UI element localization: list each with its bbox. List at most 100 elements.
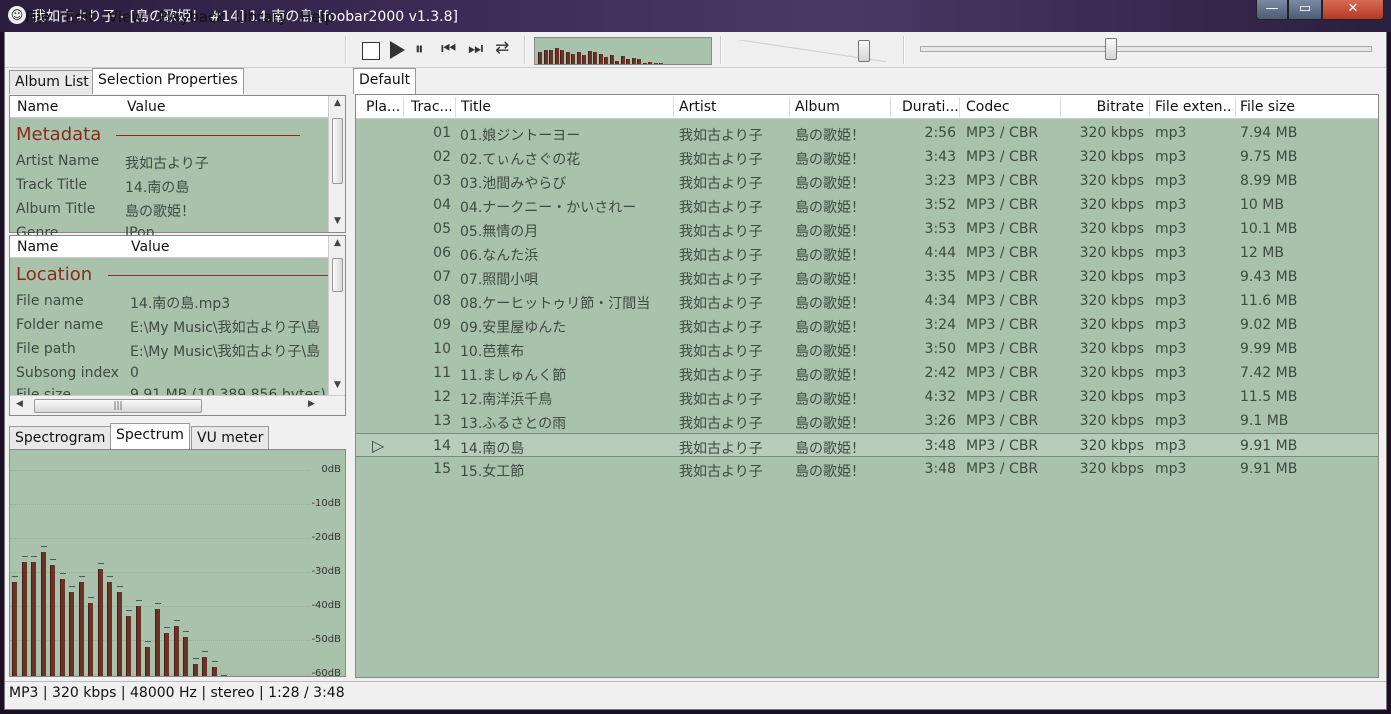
vertical-scrollbar[interactable]: ▲ ▼ xyxy=(328,96,345,232)
tab-spectrum[interactable]: Spectrum xyxy=(110,423,190,449)
spectrum-bar xyxy=(126,616,131,676)
tab-album-list[interactable]: Album List xyxy=(9,70,95,94)
track-number: 14 xyxy=(433,438,451,454)
pause-icon[interactable]: ⏸ xyxy=(415,39,424,59)
tab-selection-properties[interactable]: Selection Properties xyxy=(92,68,244,94)
horizontal-scrollbar[interactable]: ◀ ||| ▶ xyxy=(10,395,345,415)
column-track[interactable]: Trac... xyxy=(411,99,451,115)
track-file-size: 10 MB xyxy=(1240,197,1284,213)
playlist-view[interactable]: Pla... Trac... Title Artist Album Durati… xyxy=(355,94,1379,678)
track-duration: 2:56 xyxy=(924,125,956,141)
playlist-row[interactable]: 02 02.てぃんさぐの花 我如古より子 島の歌姫！ 3:43 MP3 / CBR 320 … xyxy=(356,145,1378,169)
tab-playlist-default[interactable]: Default xyxy=(353,68,417,94)
menu-playback[interactable]: Playback xyxy=(158,8,225,26)
next-icon[interactable]: ⏭ xyxy=(468,39,483,59)
spectrum-visualizer[interactable]: 0dB -10dB -20dB -30dB -40dB -50dB -60dB xyxy=(9,449,346,677)
maximize-button[interactable]: ▭ xyxy=(1288,0,1322,20)
track-duration: 3:48 xyxy=(924,461,956,477)
column-value[interactable]: Value xyxy=(131,239,169,255)
tab-spectrogram[interactable]: Spectrogram xyxy=(9,426,112,450)
column-divider[interactable] xyxy=(789,97,790,117)
scroll-up-arrow[interactable]: ▲ xyxy=(329,238,346,248)
mini-spectrum-bar xyxy=(543,49,548,64)
playlist-row[interactable]: 01 01.娘ジントーヨー 我如古より子 島の歌姫！ 2:56 MP3 / CBR 320 … xyxy=(356,121,1378,145)
playlist-row[interactable]: 10 10.芭蕉布 我如古より子 島の歌姫！ 3:50 MP3 / CBR 320 kbps… xyxy=(356,337,1378,361)
playlist-row[interactable]: 15 15.女工節 我如古より子 島の歌姫！ 3:48 MP3 / CBR 320 kbps… xyxy=(356,457,1378,481)
toolbar-separator xyxy=(903,36,905,64)
playlist-row[interactable]: 07 07.照間小唄 我如古より子 島の歌姫！ 3:35 MP3 / CBR 320 kbp… xyxy=(356,265,1378,289)
column-divider[interactable] xyxy=(1149,97,1150,117)
column-divider[interactable] xyxy=(455,97,456,117)
column-divider[interactable] xyxy=(673,97,674,117)
playlist-row[interactable]: ▷ 14 14.南の島 我如古より子 島の歌姫！ 3:48 MP3 / CBR 320 kbp… xyxy=(356,433,1378,457)
vertical-scrollbar[interactable]: ▲ ▼ xyxy=(328,236,345,396)
mini-spectrum-visualizer[interactable] xyxy=(534,37,712,65)
column-name[interactable]: Name xyxy=(17,239,58,255)
track-number: 01 xyxy=(433,125,451,141)
play-icon[interactable] xyxy=(390,41,405,59)
foobar-app-icon[interactable]: ☺ xyxy=(8,6,26,24)
column-divider[interactable] xyxy=(959,97,960,117)
playlist-row[interactable]: 05 05.無情の月 我如古より子 島の歌姫！ 3:53 MP3 / CBR 320 kbp… xyxy=(356,217,1378,241)
menu-help[interactable]: Help xyxy=(300,8,334,26)
playlist-row[interactable]: 08 08.ケーヒットゥリ節・汀間当 我如古より子 島の歌姫！ 4:34 MP3 / CB… xyxy=(356,289,1378,313)
seek-thumb[interactable] xyxy=(1104,38,1117,60)
prop-value: 0 xyxy=(130,365,139,381)
column-playing[interactable]: Pla... xyxy=(366,99,400,115)
spectrum-peak xyxy=(12,576,18,578)
menu-view[interactable]: View xyxy=(108,8,144,26)
minimize-button[interactable]: — xyxy=(1256,0,1288,20)
column-divider[interactable] xyxy=(1235,97,1236,117)
horizontal-scroll-thumb[interactable]: ||| xyxy=(34,399,202,413)
column-file-extension[interactable]: File exten... xyxy=(1155,99,1233,115)
track-artist: 我如古より子 xyxy=(679,464,763,480)
column-artist[interactable]: Artist xyxy=(679,99,717,115)
column-file-size[interactable]: File size xyxy=(1240,99,1295,115)
track-bitrate: 320 kbps xyxy=(1079,317,1144,333)
playlist-row[interactable]: 12 12.南洋浜千鳥 我如古より子 島の歌姫！ 4:32 MP3 / CBR 320 kb… xyxy=(356,385,1378,409)
track-duration: 4:34 xyxy=(924,293,956,309)
track-bitrate: 320 kbps xyxy=(1079,293,1144,309)
stop-icon[interactable] xyxy=(362,42,380,60)
playlist-row[interactable]: 13 13.ふるさとの雨 我如古より子 島の歌姫！ 3:26 MP3 / CBR 320 k… xyxy=(356,409,1378,433)
scroll-up-arrow[interactable]: ▲ xyxy=(329,98,346,108)
column-album[interactable]: Album xyxy=(795,99,840,115)
column-title[interactable]: Title xyxy=(461,99,491,115)
scroll-down-arrow[interactable]: ▼ xyxy=(329,380,346,390)
menu-file[interactable]: File xyxy=(25,8,50,26)
column-bitrate[interactable]: Bitrate xyxy=(1062,99,1144,115)
mini-spectrum-bar xyxy=(582,54,586,64)
column-name[interactable]: Name xyxy=(17,99,58,115)
spectrum-bar xyxy=(59,578,65,676)
playlist-row[interactable]: 03 03.池間みやらび 我如古より子 島の歌姫！ 3:23 MP3 / CBR 320 k… xyxy=(356,169,1378,193)
scroll-thumb[interactable] xyxy=(332,118,343,184)
track-album: 島の歌姫！ xyxy=(795,416,865,432)
playlist-row[interactable]: 06 06.なんた浜 我如古より子 島の歌姫！ 4:44 MP3 / CBR 320 kbp… xyxy=(356,241,1378,265)
track-artist: 我如古より子 xyxy=(679,320,763,336)
column-value[interactable]: Value xyxy=(127,99,165,115)
previous-icon[interactable]: ⏮ xyxy=(441,39,456,59)
playlist-row[interactable]: 04 04.ナークニー・かいされー 我如古より子 島の歌姫！ 3:52 MP3 / CBR… xyxy=(356,193,1378,217)
playlist-row[interactable]: 11 11.ましゅんく節 我如古より子 島の歌姫！ 2:42 MP3 / CBR 320 k… xyxy=(356,361,1378,385)
column-divider[interactable] xyxy=(890,97,891,117)
column-duration[interactable]: Durati... xyxy=(902,99,958,115)
close-button[interactable]: ✕ xyxy=(1322,0,1384,20)
menu-edit[interactable]: Edit xyxy=(65,8,94,26)
volume-slider[interactable] xyxy=(738,40,886,62)
playlist-row[interactable]: 09 09.安里屋ゆんた 我如古より子 島の歌姫！ 3:24 MP3 / CBR 320 k… xyxy=(356,313,1378,337)
column-codec[interactable]: Codec xyxy=(966,99,1010,115)
scroll-down-arrow[interactable]: ▼ xyxy=(329,216,346,226)
column-divider[interactable] xyxy=(403,97,404,117)
scroll-thumb[interactable] xyxy=(332,258,343,292)
volume-thumb[interactable] xyxy=(857,40,870,62)
track-codec: MP3 / CBR xyxy=(966,389,1039,405)
random-icon[interactable]: ⇄ xyxy=(495,38,509,58)
column-divider[interactable] xyxy=(1060,97,1061,117)
tab-vu-meter[interactable]: VU meter xyxy=(191,426,270,450)
track-file-size: 9.1 MB xyxy=(1240,413,1289,429)
scroll-right-arrow[interactable]: ▶ xyxy=(308,399,315,409)
menu-library[interactable]: Library xyxy=(235,8,287,26)
seek-bar[interactable] xyxy=(920,46,1372,52)
scroll-left-arrow[interactable]: ◀ xyxy=(16,399,23,409)
mini-spectrum-bar xyxy=(560,50,564,64)
